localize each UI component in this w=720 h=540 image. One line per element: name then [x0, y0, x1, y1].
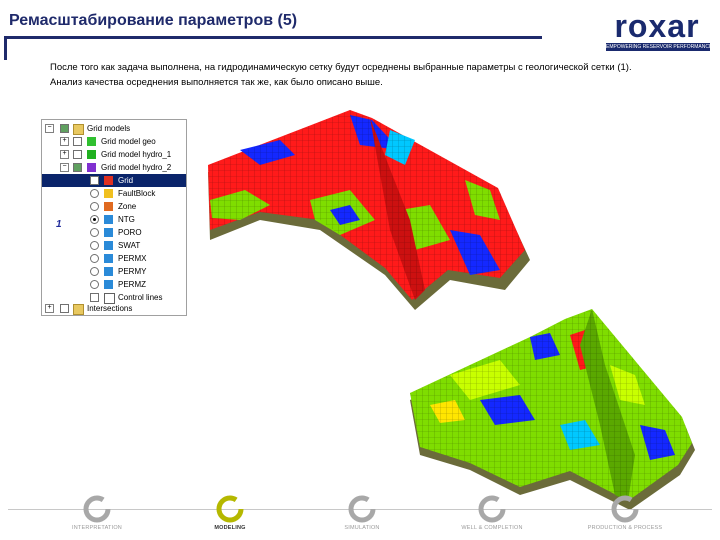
- cycle-arrow-icon: [478, 495, 506, 523]
- checkbox[interactable]: [73, 163, 82, 172]
- grid-models-3d-view: [208, 110, 695, 510]
- tree-item-ntg[interactable]: NTG: [42, 213, 186, 226]
- body-text: После того как задача выполнена, на гидр…: [32, 60, 682, 90]
- paragraph-2: Анализ качества осреднения выполняется т…: [50, 77, 383, 88]
- checkbox[interactable]: [90, 176, 99, 185]
- workflow-label: INTERPRETATION: [72, 525, 122, 531]
- tree-item-swat[interactable]: SWAT: [42, 239, 186, 252]
- checkbox[interactable]: [60, 124, 69, 133]
- logo-tagline: EMPOWERING RESERVOIR PERFORMANCE: [606, 43, 710, 51]
- cycle-arrow-icon: [348, 495, 376, 523]
- tree-item-label: FaultBlock: [118, 189, 156, 198]
- tree-item-label: PORO: [118, 228, 142, 237]
- tree-item-intersections[interactable]: + Intersections: [42, 302, 186, 315]
- expand-icon[interactable]: +: [45, 304, 54, 313]
- title-underline: [4, 36, 542, 39]
- radio-button[interactable]: [90, 215, 99, 224]
- workflow-label: SIMULATION: [344, 525, 380, 531]
- project-tree[interactable]: − Grid models + Grid model geo + Grid mo…: [41, 119, 187, 316]
- title-bracket: [4, 36, 7, 60]
- radio-button[interactable]: [90, 254, 99, 263]
- tree-item-label: SWAT: [118, 241, 141, 250]
- tree-item-permz[interactable]: PERMZ: [42, 278, 186, 291]
- upper-grid-model: [208, 110, 530, 310]
- folder-icon: [73, 124, 84, 135]
- cycle-arrow-icon: [216, 495, 244, 523]
- tree-item-label: Zone: [118, 202, 137, 211]
- parameter-icon: [104, 254, 113, 263]
- tree-item-faultblock[interactable]: FaultBlock: [42, 187, 186, 200]
- tree-item-label: Grid: [118, 176, 134, 185]
- parameter-icon: [104, 280, 113, 289]
- tree-item-permx[interactable]: PERMX: [42, 252, 186, 265]
- workflow-label: PRODUCTION & PROCESS: [587, 525, 663, 531]
- tree-item-label: PERMY: [118, 267, 147, 276]
- parameter-icon: [104, 228, 113, 237]
- grid-icon: [104, 176, 113, 185]
- logo-wordmark: roxar: [614, 8, 700, 44]
- radio-button[interactable]: [90, 189, 99, 198]
- checkbox[interactable]: [73, 137, 82, 146]
- collapse-icon[interactable]: −: [45, 124, 54, 133]
- tree-item-label: Grid model geo: [101, 137, 156, 146]
- tree-item-zone[interactable]: Zone: [42, 200, 186, 213]
- tree-item-label: PERMX: [118, 254, 147, 263]
- expand-icon[interactable]: +: [60, 137, 69, 146]
- paragraph-1: После того как задача выполнена, на гидр…: [50, 62, 632, 73]
- workflow-interpretation[interactable]: INTERPRETATION: [42, 494, 152, 531]
- parameter-icon: [104, 202, 113, 211]
- tree-item-label: NTG: [118, 215, 135, 224]
- tree-item-label: PERMZ: [118, 280, 146, 289]
- callout-marker: 1: [56, 219, 62, 230]
- parameter-icon: [104, 189, 113, 198]
- collapse-icon[interactable]: −: [60, 163, 69, 172]
- tree-item-grid-model-geo[interactable]: + Grid model geo: [42, 135, 186, 148]
- roxar-logo: roxar EMPOWERING RESERVOIR PERFORMANCE: [600, 8, 714, 52]
- folder-icon: [73, 304, 84, 315]
- grid-model-icon: [87, 137, 96, 146]
- parameter-icon: [104, 215, 113, 224]
- tree-item-grid-model-hydro-2[interactable]: − Grid model hydro_2: [42, 161, 186, 174]
- parameter-icon: [104, 267, 113, 276]
- workflow-production-process[interactable]: PRODUCTION & PROCESS: [570, 494, 680, 531]
- cycle-arrow-icon: [83, 495, 111, 523]
- tree-item-grid[interactable]: Grid: [42, 174, 186, 187]
- cycle-arrow-icon: [611, 495, 639, 523]
- parameter-icon: [104, 241, 113, 250]
- workflow-label: WELL & COMPLETION: [461, 525, 523, 531]
- radio-button[interactable]: [90, 241, 99, 250]
- radio-button[interactable]: [90, 280, 99, 289]
- radio-button[interactable]: [90, 267, 99, 276]
- workflow-simulation[interactable]: SIMULATION: [307, 494, 417, 531]
- page-title: Ремасштабирование параметров (5): [9, 12, 298, 29]
- tree-item-grid-models[interactable]: − Grid models: [42, 122, 186, 135]
- expand-icon[interactable]: +: [60, 150, 69, 159]
- checkbox[interactable]: [90, 293, 99, 302]
- grid-model-icon: [87, 163, 96, 172]
- tree-item-label: Grid models: [87, 124, 131, 133]
- tree-item-label: Grid model hydro_1: [101, 150, 172, 159]
- tree-item-poro[interactable]: PORO: [42, 226, 186, 239]
- tree-item-grid-model-hydro-1[interactable]: + Grid model hydro_1: [42, 148, 186, 161]
- checkbox[interactable]: [73, 150, 82, 159]
- checkbox[interactable]: [60, 304, 69, 313]
- tree-item-label: Grid model hydro_2: [101, 163, 172, 172]
- radio-button[interactable]: [90, 202, 99, 211]
- workflow-well-completion[interactable]: WELL & COMPLETION: [437, 494, 547, 531]
- tree-item-permy[interactable]: PERMY: [42, 265, 186, 278]
- tree-item-label: Intersections: [87, 304, 133, 313]
- radio-button[interactable]: [90, 228, 99, 237]
- workflow-modeling[interactable]: MODELING: [175, 494, 285, 531]
- grid-model-icon: [87, 150, 96, 159]
- workflow-label: MODELING: [214, 525, 246, 531]
- lower-grid-model: [410, 309, 695, 510]
